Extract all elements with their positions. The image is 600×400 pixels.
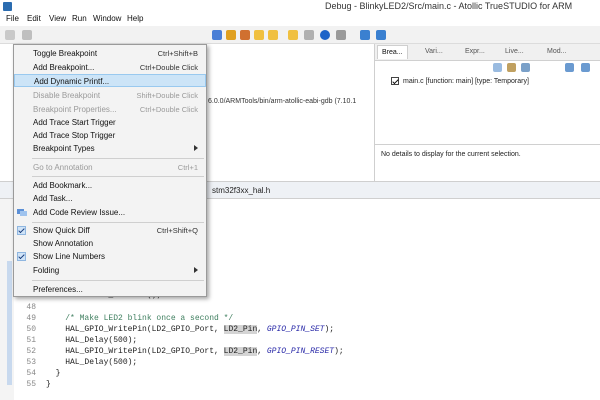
save-icon[interactable] <box>22 30 32 40</box>
link-icon[interactable] <box>507 63 516 72</box>
tab-expressions[interactable]: Expr... <box>465 48 485 55</box>
code-line: 55} <box>26 380 51 389</box>
menu-item-add-breakpoint[interactable]: Add Breakpoint... Ctrl+Double Click <box>14 61 206 74</box>
breakpoints-toolbar <box>375 61 600 74</box>
code-line: 51 HAL_Delay(500); <box>26 336 138 345</box>
menu-separator <box>32 176 204 177</box>
menu-window[interactable]: Window <box>93 14 121 23</box>
tab-variables[interactable]: Vari... <box>425 48 443 55</box>
breakpoint-label: main.c [function: main] [type: Temporary… <box>403 77 529 85</box>
app-icon <box>3 2 12 11</box>
suspend-icon[interactable] <box>240 30 250 40</box>
breakpoints-panel: Brea... Vari... Expr... Live... Mod... m… <box>374 44 600 181</box>
step-into-icon[interactable] <box>288 30 298 40</box>
menu-item-go-to-annotation[interactable]: Go to Annotation Ctrl+1 <box>14 161 206 174</box>
menu-item-add-task[interactable]: Add Task... <box>14 192 206 205</box>
step-over-icon[interactable] <box>304 30 314 40</box>
checked-icon <box>17 226 26 235</box>
title-bar: Debug - BlinkyLED2/Src/main.c - Atollic … <box>0 0 600 13</box>
menu-item-add-bookmark[interactable]: Add Bookmark... <box>14 179 206 192</box>
remove-icon[interactable] <box>493 63 502 72</box>
disconnect-icon[interactable] <box>268 30 278 40</box>
window-title: Debug - BlinkyLED2/Src/main.c - Atollic … <box>325 1 573 11</box>
tab-live[interactable]: Live... <box>505 48 524 55</box>
menu-item-show-annotation[interactable]: Show Annotation <box>14 237 206 250</box>
menu-separator <box>32 158 204 159</box>
menu-item-show-line-numbers[interactable]: Show Line Numbers <box>14 250 206 263</box>
menu-item-folding[interactable]: Folding <box>14 264 206 277</box>
collapse-icon[interactable] <box>565 63 574 72</box>
menu-item-show-quick-diff[interactable]: Show Quick Diff Ctrl+Shift+Q <box>14 224 206 237</box>
new-icon[interactable] <box>5 30 15 40</box>
tab-stm32f3xx-hal-h[interactable]: stm32f3xx_hal.h <box>212 186 270 195</box>
info-icon[interactable] <box>320 30 330 40</box>
menu-item-add-code-review-issue[interactable]: Add Code Review Issue... <box>14 206 206 219</box>
menu-item-breakpoint-types[interactable]: Breakpoint Types <box>14 142 206 155</box>
expand-icon[interactable] <box>521 63 530 72</box>
breakpoint-ruler <box>7 261 12 385</box>
menu-help[interactable]: Help <box>127 14 143 23</box>
ruler-context-menu: Toggle Breakpoint Ctrl+Shift+B Add Breakp… <box>13 44 207 297</box>
menu-item-breakpoint-properties[interactable]: Breakpoint Properties... Ctrl+Double Clic… <box>14 103 206 116</box>
menu-item-toggle-breakpoint[interactable]: Toggle Breakpoint Ctrl+Shift+B <box>14 47 206 60</box>
code-line: 53 HAL_Delay(500); <box>26 358 138 367</box>
menu-file[interactable]: File <box>6 14 19 23</box>
menu-item-preferences[interactable]: Preferences... <box>14 283 206 296</box>
menu-item-add-dynamic-printf[interactable]: Add Dynamic Printf... <box>14 74 206 87</box>
toolbar <box>0 26 600 44</box>
menu-edit[interactable]: Edit <box>27 14 41 23</box>
forward-icon[interactable] <box>376 30 386 40</box>
submenu-arrow-icon <box>194 145 198 151</box>
breakpoint-entry[interactable]: main.c [function: main] [type: Temporary… <box>391 77 529 85</box>
breakpoint-enabled-checkbox[interactable] <box>391 77 399 85</box>
menu-item-add-trace-stop[interactable]: Add Trace Stop Trigger <box>14 129 206 142</box>
code-line: 49 /* Make LED2 blink once a second */ <box>26 314 234 323</box>
menu-bar: File Edit View Run Window Help <box>0 13 600 26</box>
checked-icon <box>17 252 26 261</box>
code-line: 48 <box>26 303 36 312</box>
tab-modules[interactable]: Mod... <box>547 48 566 55</box>
details-divider <box>375 144 600 145</box>
menu-item-disable-breakpoint[interactable]: Disable Breakpoint Shift+Double Click <box>14 89 206 102</box>
code-line: 54 } <box>26 369 61 378</box>
menu-view[interactable]: View <box>49 14 66 23</box>
back-icon[interactable] <box>360 30 370 40</box>
code-review-icon <box>17 209 27 216</box>
menu-item-add-trace-start[interactable]: Add Trace Start Trigger <box>14 116 206 129</box>
tab-breakpoints[interactable]: Brea... <box>377 45 408 59</box>
menu-run[interactable]: Run <box>72 14 87 23</box>
details-text: No details to display for the current se… <box>381 151 521 158</box>
view-tabs: Brea... Vari... Expr... Live... Mod... <box>375 44 600 61</box>
menu-separator <box>32 222 204 223</box>
menu-separator <box>32 280 204 281</box>
step-return-icon[interactable] <box>336 30 346 40</box>
terminate-icon[interactable] <box>254 30 264 40</box>
code-line: 52 HAL_GPIO_WritePin(LD2_GPIO_Port, LD2_… <box>26 347 344 356</box>
resume-icon[interactable] <box>226 30 236 40</box>
submenu-arrow-icon <box>194 267 198 273</box>
code-line: 50 HAL_GPIO_WritePin(LD2_GPIO_Port, LD2_… <box>26 325 335 334</box>
debug-icon[interactable] <box>212 30 222 40</box>
view-menu-icon[interactable] <box>581 63 590 72</box>
gdb-path-text: 6.0.0/ARMTools/bin/arm-atollic-eabi-gdb … <box>208 98 357 105</box>
